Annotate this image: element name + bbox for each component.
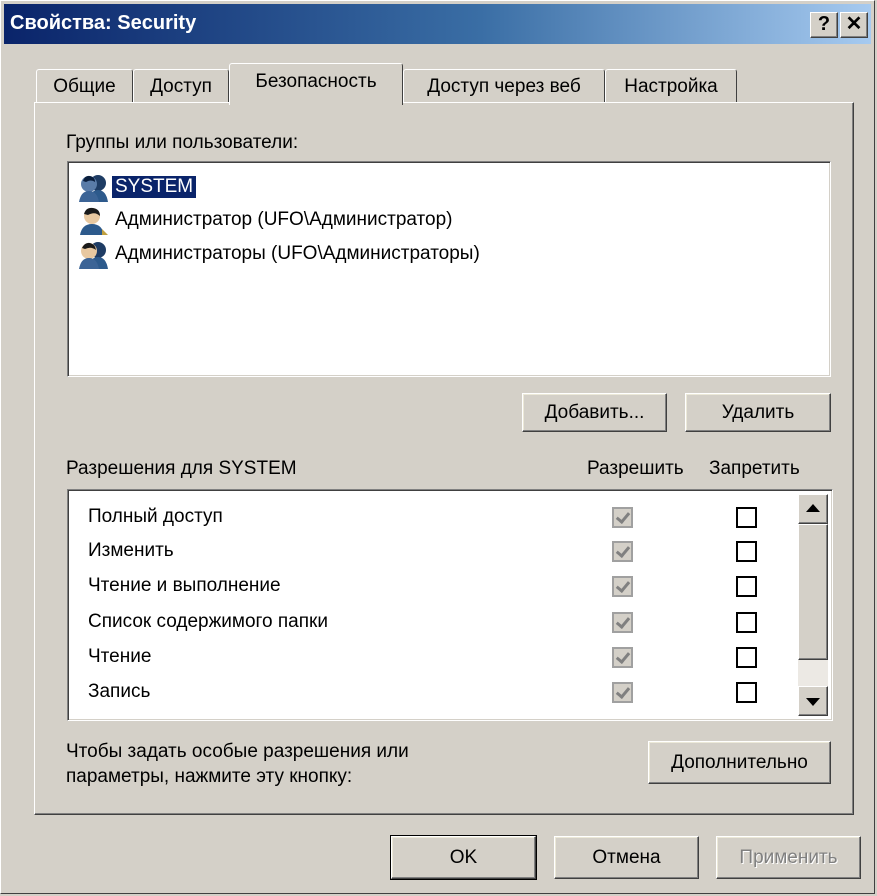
deny-checkbox[interactable]: [736, 507, 757, 528]
deny-checkbox[interactable]: [736, 682, 757, 703]
deny-checkbox[interactable]: [736, 647, 757, 668]
apply-button[interactable]: Применить: [716, 836, 861, 879]
arrow-down-icon: [806, 698, 820, 706]
permissions-scrollbar[interactable]: [798, 494, 828, 716]
permission-row: Полный доступ: [88, 502, 808, 536]
deny-checkbox[interactable]: [736, 612, 757, 633]
permission-row: Чтение и выполнение: [88, 571, 808, 605]
allow-checkbox: [612, 612, 633, 633]
group-icon: [79, 242, 108, 269]
tab-customize-label: Настройка: [624, 75, 718, 97]
user-icon: [80, 207, 108, 235]
close-icon: ✕: [845, 13, 863, 35]
advanced-hint-line2: параметры, нажмите эту кнопку:: [66, 766, 353, 787]
groups-listbox[interactable]: SYSTEM Администратор (UFO\Администратор): [67, 161, 831, 377]
ok-button[interactable]: OK: [390, 835, 537, 880]
allow-checkbox: [612, 541, 633, 562]
allow-checkbox: [612, 682, 633, 703]
apply-button-label: Применить: [739, 846, 838, 868]
remove-button[interactable]: Удалить: [685, 393, 831, 432]
window-title: Свойства: Security: [10, 12, 197, 34]
permission-row: Запись: [88, 677, 808, 711]
allow-checkbox: [612, 507, 633, 528]
advanced-button-label: Дополнительно: [671, 751, 808, 773]
title-bar[interactable]: Свойства: Security ? ✕: [4, 4, 871, 44]
tab-sharing-label: Доступ: [150, 75, 212, 97]
advanced-hint-line1: Чтобы задать особые разрешения или: [66, 741, 409, 762]
help-button[interactable]: ?: [810, 12, 838, 38]
tab-general[interactable]: Общие: [36, 69, 133, 103]
properties-dialog: Свойства: Security ? ✕ Общие Доступ Безо…: [0, 0, 875, 894]
permission-row: Изменить: [88, 536, 808, 570]
remove-button-label: Удалить: [721, 401, 795, 423]
deny-column-header: Запретить: [709, 458, 800, 479]
tab-security-label: Безопасность: [255, 70, 377, 92]
tab-web-sharing-label: Доступ через веб: [427, 75, 581, 97]
permissions-list: Полный доступ Изменить Чтение и выполнен…: [67, 489, 833, 721]
tab-web-sharing[interactable]: Доступ через веб: [403, 69, 605, 103]
permission-row: Чтение: [88, 642, 808, 676]
scroll-thumb[interactable]: [798, 524, 828, 660]
ok-button-label: OK: [449, 846, 478, 868]
list-item-label: Администраторы (UFO\Администраторы): [115, 243, 480, 264]
deny-checkbox[interactable]: [736, 576, 757, 597]
tab-sharing[interactable]: Доступ: [133, 69, 229, 103]
scroll-down-button[interactable]: [798, 686, 828, 716]
advanced-button[interactable]: Дополнительно: [648, 741, 831, 784]
tab-general-label: Общие: [53, 75, 116, 97]
add-button-label: Добавить...: [544, 401, 645, 423]
tab-security[interactable]: Безопасность: [229, 63, 403, 105]
deny-checkbox[interactable]: [736, 541, 757, 562]
help-icon: ?: [817, 13, 831, 35]
permission-name: Полный доступ: [88, 506, 223, 527]
cancel-button[interactable]: Отмена: [554, 836, 699, 879]
permission-name: Изменить: [88, 540, 174, 561]
allow-column-header: Разрешить: [587, 458, 684, 479]
permission-name: Чтение и выполнение: [88, 575, 281, 596]
list-item-system[interactable]: SYSTEM: [76, 171, 198, 203]
list-item-administrator[interactable]: Администратор (UFO\Администратор): [76, 204, 455, 236]
allow-checkbox: [612, 576, 633, 597]
list-item-label: SYSTEM: [110, 175, 198, 199]
allow-checkbox: [612, 647, 633, 668]
list-item-label: Администратор (UFO\Администратор): [115, 209, 453, 230]
groups-label: Группы или пользователи:: [66, 132, 299, 153]
add-button[interactable]: Добавить...: [522, 393, 667, 432]
permission-name: Чтение: [88, 646, 152, 667]
close-button[interactable]: ✕: [840, 12, 868, 38]
security-tab-panel: Группы или пользователи: SYSTEM Админист…: [34, 102, 854, 815]
tab-customize[interactable]: Настройка: [605, 69, 737, 103]
permission-name: Список содержимого папки: [88, 611, 328, 632]
permission-row: Список содержимого папки: [88, 607, 808, 641]
cancel-button-label: Отмена: [592, 846, 661, 868]
permissions-label: Разрешения для SYSTEM: [66, 458, 297, 479]
scroll-up-button[interactable]: [798, 494, 828, 524]
group-icon: [79, 175, 108, 202]
arrow-up-icon: [806, 504, 820, 512]
list-item-administrators[interactable]: Администраторы (UFO\Администраторы): [76, 238, 483, 270]
permission-name: Запись: [88, 681, 151, 702]
